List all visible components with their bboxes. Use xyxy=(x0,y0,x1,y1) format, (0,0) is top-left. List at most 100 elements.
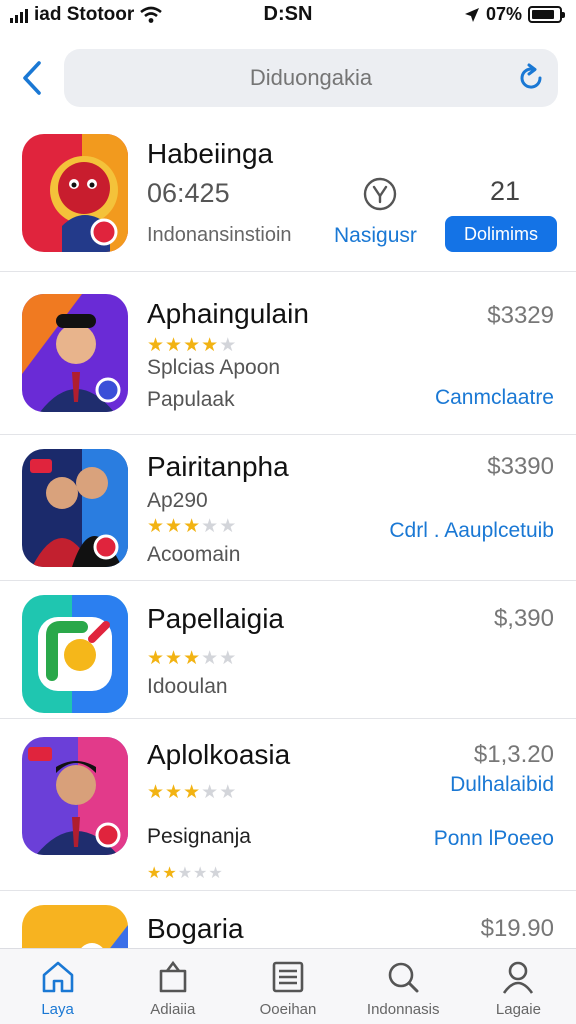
star-icon: ★ xyxy=(193,865,209,882)
tab-lagaie[interactable]: Lagaie xyxy=(461,949,576,1024)
refresh-button[interactable] xyxy=(514,61,548,95)
app-count: 21 xyxy=(490,176,521,206)
search-box[interactable] xyxy=(64,49,558,107)
app-category: Acoomain xyxy=(147,543,241,566)
app-price: $3390 xyxy=(487,453,554,480)
app-price: $3329 xyxy=(487,302,554,329)
app-price: $,390 xyxy=(493,605,554,632)
app-icon-art xyxy=(22,449,128,567)
app-link-secondary[interactable]: Ponn lPoeeo xyxy=(434,827,554,851)
tab-label: Laya xyxy=(41,1001,74,1018)
bag-icon xyxy=(159,960,187,993)
app-name: Bogaria xyxy=(147,913,244,944)
battery-icon xyxy=(528,6,565,23)
app-time: 06:425 xyxy=(147,178,230,208)
star-icon: ★ xyxy=(183,648,202,669)
chevron-left-icon xyxy=(23,61,41,95)
tab-adiaiia[interactable]: Adiaiia xyxy=(115,949,230,1024)
home-icon xyxy=(42,961,73,993)
rating-stars: ★★★★★ xyxy=(147,647,237,670)
star-icon: ★ xyxy=(219,648,238,669)
rating-stars: ★★★★★ xyxy=(147,515,237,538)
star-icon: ★ xyxy=(201,516,220,537)
list-item[interactable]: Aplolkoasia ★★★★★ Pesignanja ★★★★★ $1,3.… xyxy=(0,719,576,891)
app-icon[interactable] xyxy=(22,595,128,713)
tab-label: Indonnasis xyxy=(366,1001,440,1018)
star-icon: ★ xyxy=(219,335,238,356)
star-icon: ★ xyxy=(147,516,166,537)
star-icon: ★ xyxy=(147,782,166,803)
battery-level xyxy=(532,10,555,19)
app-icon-art xyxy=(22,294,128,412)
app-category: Papulaak xyxy=(147,388,235,411)
tab-label: Lagaie xyxy=(495,1001,541,1018)
app-icon[interactable] xyxy=(22,449,128,567)
location-arrow-icon xyxy=(464,7,479,22)
app-icon-art xyxy=(22,737,128,855)
star-icon: ★ xyxy=(201,648,220,669)
star-icon: ★ xyxy=(147,865,163,882)
star-icon: ★ xyxy=(208,865,224,882)
star-icon: ★ xyxy=(165,335,184,356)
app-subtitle: Idooulan xyxy=(147,675,228,698)
star-icon: ★ xyxy=(165,516,184,537)
star-icon: ★ xyxy=(177,865,194,882)
app-link[interactable]: Cdrl . Aauplcetuib xyxy=(389,519,554,543)
app-icon[interactable] xyxy=(22,134,128,252)
tab-label: Ooeihan xyxy=(259,1001,317,1018)
app-icon-art xyxy=(22,595,128,713)
tab-ooeihan[interactable]: Ooeihan xyxy=(230,949,345,1024)
app-list: Habeiinga 06:425 Indonansinstioin 21 Nas… xyxy=(0,120,576,948)
star-icon: ★ xyxy=(219,782,238,803)
status-bar: iad Stotoor D:SN 07% xyxy=(0,0,576,34)
list-item[interactable]: Aphaingulain ★★★★★ Splcias Apoon Papulaa… xyxy=(0,272,576,435)
app-subtitle: Pesignanja xyxy=(147,825,251,848)
app-name: Aplolkoasia xyxy=(147,739,291,770)
rating-stars: ★★★★★ xyxy=(147,781,237,804)
star-icon: ★ xyxy=(201,335,220,356)
star-icon: ★ xyxy=(165,782,184,803)
star-icon: ★ xyxy=(201,782,220,803)
star-icon: ★ xyxy=(219,516,238,537)
back-button[interactable] xyxy=(14,56,50,100)
app-link[interactable]: Dulhalaibid xyxy=(450,773,554,797)
app-icon[interactable] xyxy=(22,737,128,855)
app-price: $1,3.20 xyxy=(473,741,554,768)
battery-percent: 07% xyxy=(485,4,522,24)
app-icon[interactable] xyxy=(22,905,128,948)
list-item[interactable]: Bogaria $19.90 xyxy=(0,891,576,948)
app-subtitle: Ap290 xyxy=(147,489,208,512)
list-icon xyxy=(272,961,304,993)
app-subtitle: Indonansinstioin xyxy=(147,224,292,246)
app-icon-art xyxy=(22,134,128,252)
app-icon[interactable] xyxy=(22,294,128,412)
clock-icon xyxy=(363,177,397,211)
star-icon: ★ xyxy=(162,865,178,882)
status-right: 07% xyxy=(464,4,565,25)
list-item[interactable]: Pairitanpha Ap290 ★★★★★ Acoomain $3390 C… xyxy=(0,435,576,581)
app-icon-art xyxy=(22,905,128,948)
app-name: Aphaingulain xyxy=(147,298,309,329)
list-item[interactable]: Papellaigia ★★★★★ Idooulan $,390 xyxy=(0,581,576,719)
rating-stars: ★★★★★ xyxy=(147,334,237,357)
app-name: Habeiinga xyxy=(147,138,274,169)
app-link[interactable]: Canmclaatre xyxy=(435,386,554,410)
person-icon xyxy=(503,961,534,994)
rating-stars-secondary: ★★★★★ xyxy=(147,863,224,883)
app-link[interactable]: Nasigusr xyxy=(334,224,417,248)
star-icon: ★ xyxy=(183,335,202,356)
star-icon: ★ xyxy=(147,335,166,356)
tab-bar: Laya Adiaiia Ooeihan Indonnasis Lagaie xyxy=(0,948,576,1024)
star-icon: ★ xyxy=(183,782,202,803)
tab-label: Adiaiia xyxy=(150,1001,196,1018)
star-icon: ★ xyxy=(183,516,202,537)
search-input[interactable] xyxy=(111,65,511,91)
list-item[interactable]: Habeiinga 06:425 Indonansinstioin 21 Nas… xyxy=(0,120,576,272)
search-icon xyxy=(388,962,419,993)
tab-laya[interactable]: Laya xyxy=(0,949,115,1024)
star-icon: ★ xyxy=(165,648,184,669)
app-name: Pairitanpha xyxy=(147,451,289,482)
get-button[interactable]: Dolimims xyxy=(445,216,557,252)
star-icon: ★ xyxy=(147,648,166,669)
tab-indonnasis[interactable]: Indonnasis xyxy=(346,949,461,1024)
